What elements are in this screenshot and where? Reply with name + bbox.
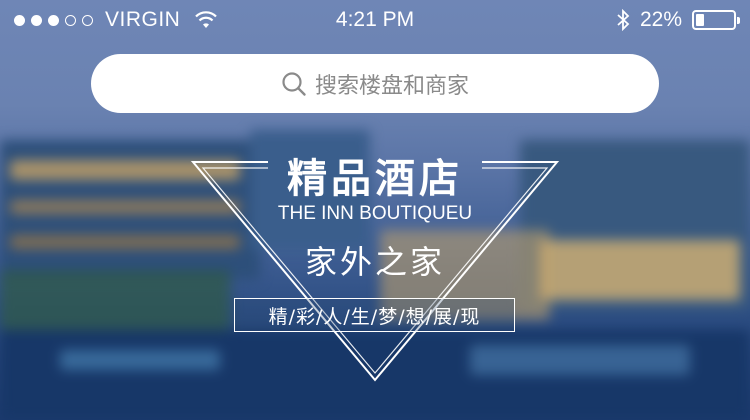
banner-title: 精品酒店 bbox=[287, 156, 463, 202]
banner-tagline: 精/彩/人/生/梦/想/展/现 bbox=[234, 298, 515, 332]
banner-subtitle: THE INN BOUTIQUEU bbox=[277, 203, 473, 224]
app-screen: VIRGIN 4:21 PM 22% 搜索楼盘和商家 精品酒店 THE INN … bbox=[0, 0, 750, 420]
tagline-text: 精/彩/人/生/梦/想/展/现 bbox=[268, 305, 481, 328]
banner-slogan: 家外之家 bbox=[304, 243, 445, 281]
